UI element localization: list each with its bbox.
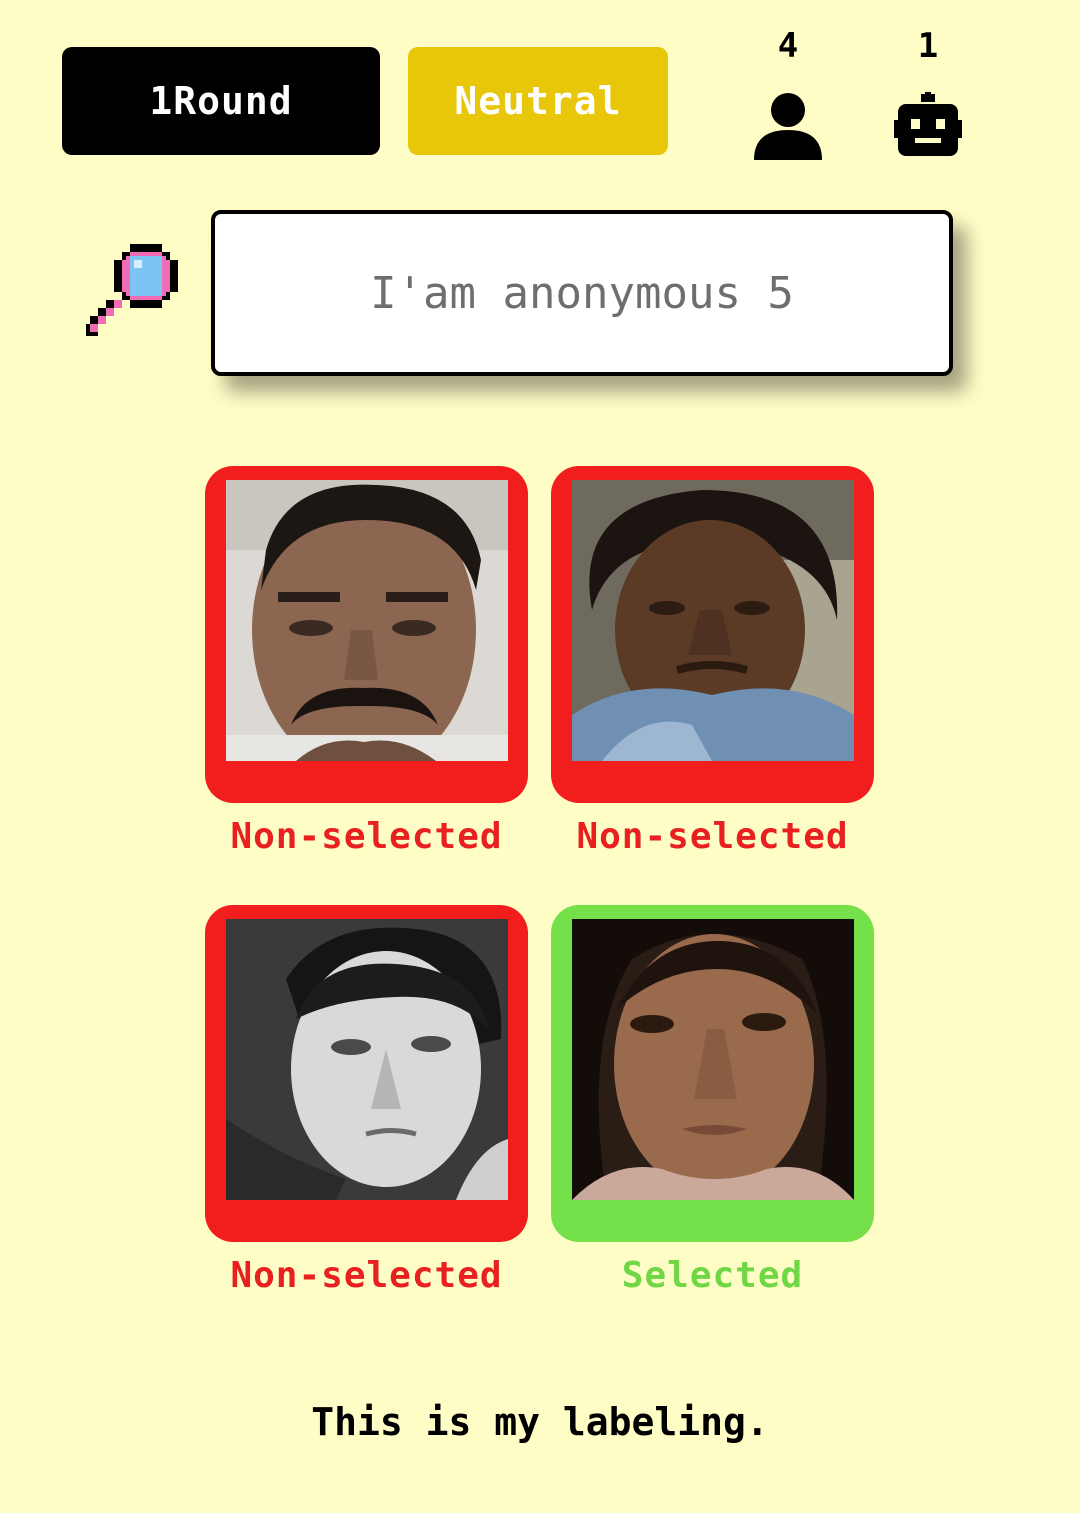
face-photo-3 [226,919,508,1200]
anonymous-name-field: I'am anonymous 5 [211,210,953,376]
face-card-3[interactable] [205,905,528,1242]
card-1-status: Non-selected [230,816,503,857]
person-icon [754,93,822,160]
mood-button[interactable]: Neutral [408,47,668,155]
face-card-2[interactable] [551,466,874,803]
face-card-4[interactable] [551,905,874,1242]
face-photo-1 [226,480,508,761]
robot-icon [894,92,962,156]
card-2-status: Non-selected [576,816,849,857]
face-photo-2 [572,480,854,761]
face-card-1[interactable] [205,466,528,803]
card-3-status: Non-selected [230,1255,503,1296]
humans-count: 4 [777,26,799,66]
bots-count: 1 [917,26,939,66]
magnifier-icon [86,244,178,336]
round-button[interactable]: 1Round [62,47,380,155]
card-4-status: Selected [621,1255,804,1296]
face-photo-4 [572,919,854,1200]
footer-message: This is my labeling. [311,1400,769,1444]
